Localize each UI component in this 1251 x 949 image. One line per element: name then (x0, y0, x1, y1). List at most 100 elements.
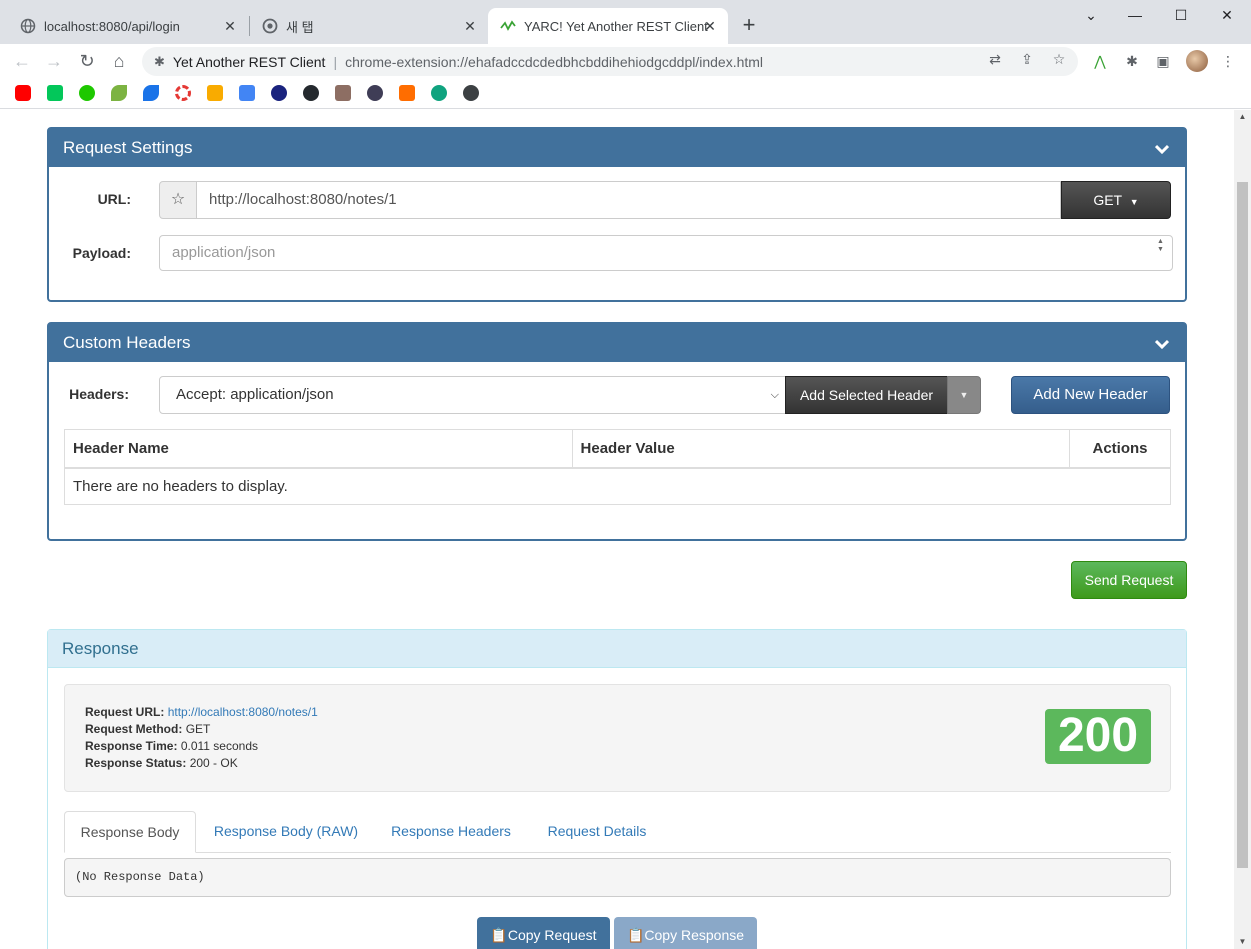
minimize-icon[interactable]: — (1120, 4, 1150, 26)
translate-icon[interactable]: ⇄ (986, 50, 1004, 68)
chevron-down-icon[interactable] (1154, 129, 1170, 167)
tab-response-headers[interactable]: Response Headers (376, 811, 526, 853)
request-url-link[interactable]: http://localhost:8080/notes/1 (168, 705, 318, 719)
scroll-up-icon[interactable]: ▲ (1237, 112, 1248, 122)
meta-label: Request URL: (85, 705, 165, 719)
close-tab-icon[interactable]: ✕ (222, 18, 238, 34)
share-icon[interactable]: ⇪ (1018, 50, 1036, 68)
meta-label: Response Time: (85, 739, 178, 753)
custom-headers-panel: Custom Headers Headers: Accept: applicat… (47, 322, 1187, 541)
globe-icon[interactable] (463, 85, 479, 101)
star-icon[interactable]: ☆ (159, 181, 197, 219)
tab-title: localhost:8080/api/login (44, 18, 180, 34)
copy-request-button[interactable]: 📋Copy Request (477, 917, 610, 949)
close-tab-icon[interactable]: ✕ (462, 18, 478, 34)
forward-icon[interactable]: → (42, 49, 66, 73)
add-selected-header-button[interactable]: Add Selected Header (785, 376, 948, 414)
response-status-value: 200 - OK (189, 756, 238, 770)
add-new-header-button[interactable]: Add New Header (1011, 376, 1170, 414)
bookmark-icon[interactable] (239, 85, 255, 101)
url-input[interactable]: http://localhost:8080/notes/1 (197, 181, 1061, 219)
extensions-icon[interactable]: ✱ (1123, 52, 1141, 70)
bookmark-icon[interactable] (143, 85, 159, 101)
panel-title: Custom Headers (63, 333, 191, 352)
button-label: Copy Response (644, 927, 745, 943)
tab-yarc[interactable]: YARC! Yet Another REST Client ✕ (488, 8, 728, 44)
menu-icon[interactable]: ⋮ (1219, 52, 1237, 70)
headers-label: Headers: (69, 386, 129, 402)
tab-response-body-raw[interactable]: Response Body (RAW) (198, 811, 374, 853)
back-icon[interactable]: ← (10, 49, 34, 73)
tab-new[interactable]: 새 탭 ✕ (250, 8, 488, 44)
youtube-icon[interactable] (15, 85, 31, 101)
site-name: Yet Another REST Client (172, 53, 326, 70)
puzzle-icon: ✱ (154, 53, 165, 69)
response-meta: Request URL: http://localhost:8080/notes… (85, 704, 318, 772)
globe-icon (20, 18, 36, 34)
yarc-icon (500, 18, 516, 34)
response-panel: Response Request URL: http://localhost:8… (47, 629, 1187, 949)
request-method-value: GET (185, 722, 211, 736)
caret-down-icon[interactable]: ▼ (947, 376, 981, 414)
tab-response-body[interactable]: Response Body (64, 811, 196, 853)
spinner-icon[interactable]: ▲ ▼ (1157, 238, 1164, 254)
scroll-down-icon[interactable]: ▼ (1237, 937, 1248, 947)
leaf-icon[interactable] (111, 85, 127, 101)
response-body: (No Response Data) (64, 858, 1171, 897)
response-summary: Request URL: http://localhost:8080/notes… (64, 684, 1171, 792)
address-bar[interactable]: ✱ Yet Another REST Client | chrome-exten… (142, 47, 1078, 76)
copy-response-button[interactable]: 📋Copy Response (614, 917, 757, 949)
request-settings-header[interactable]: Request Settings (49, 129, 1185, 167)
divider: | (333, 53, 338, 70)
meta-label: Request Method: (85, 722, 183, 736)
url-text: chrome-extension://ehafadccdcdedbhcbddih… (345, 53, 764, 70)
naver-icon[interactable] (47, 85, 63, 101)
response-header: Response (48, 630, 1186, 668)
status-code-badge: 200 (1045, 709, 1151, 764)
browser-toolbar: ← → ↻ ⌂ ✱ Yet Another REST Client | chro… (0, 44, 1251, 79)
method-dropdown[interactable]: GET ▼ (1061, 181, 1171, 219)
send-request-button[interactable]: Send Request (1071, 561, 1187, 599)
tab-request-details[interactable]: Request Details (528, 811, 666, 853)
yarc-extension-icon[interactable]: ⋀ (1091, 52, 1109, 70)
close-window-icon[interactable]: ✕ (1212, 4, 1242, 26)
bookmark-icon[interactable] (175, 85, 191, 101)
reload-icon[interactable]: ↻ (75, 49, 99, 73)
response-tabs: Response Body Response Body (RAW) Respon… (64, 811, 1171, 853)
new-tab-icon[interactable]: + (738, 14, 760, 36)
side-panel-icon[interactable]: ▣ (1154, 52, 1172, 70)
headers-table: Header Name Header Value Actions There a… (64, 429, 1171, 505)
classroom-icon[interactable] (207, 85, 223, 101)
home-icon[interactable]: ⌂ (107, 49, 131, 73)
github-icon[interactable] (303, 85, 319, 101)
chevron-down-icon[interactable]: ⌄ (1076, 4, 1106, 26)
table-row: There are no headers to display. (64, 467, 1171, 505)
column-header: Actions (1069, 429, 1171, 469)
chevron-down-icon[interactable] (1154, 324, 1170, 362)
bookmark-icon[interactable] (79, 85, 95, 101)
scrollbar-thumb[interactable] (1237, 182, 1248, 868)
bookmark-star-icon[interactable]: ☆ (1050, 50, 1068, 68)
tab-login[interactable]: localhost:8080/api/login ✕ (8, 8, 248, 44)
column-header: Header Value (571, 429, 1071, 469)
clipboard-icon: 📋 (626, 927, 645, 943)
chevron-down-icon: ⌵ (770, 389, 779, 401)
bookmark-icon[interactable] (367, 85, 383, 101)
empty-message: There are no headers to display. (64, 467, 1171, 505)
close-tab-icon[interactable]: ✕ (702, 18, 718, 34)
maximize-icon[interactable]: ☐ (1166, 4, 1196, 26)
profile-avatar[interactable] (1186, 50, 1208, 72)
page-content: Request Settings URL: ☆ http://localhost… (0, 110, 1234, 949)
payload-textarea[interactable]: application/json (159, 235, 1173, 271)
table-header-row: Header Name Header Value Actions (64, 429, 1171, 469)
url-label: URL: (97, 191, 131, 207)
bookmark-icon[interactable] (271, 85, 287, 101)
url-input-group: ☆ http://localhost:8080/notes/1 GET ▼ (159, 181, 1171, 219)
request-settings-panel: Request Settings URL: ☆ http://localhost… (47, 127, 1187, 302)
bookmark-icon[interactable] (399, 85, 415, 101)
method-label: GET (1093, 192, 1122, 208)
headers-select[interactable]: Accept: application/json ⌵ (159, 376, 786, 414)
chatgpt-icon[interactable] (431, 85, 447, 101)
custom-headers-header[interactable]: Custom Headers (49, 324, 1185, 362)
bookmark-icon[interactable] (335, 85, 351, 101)
